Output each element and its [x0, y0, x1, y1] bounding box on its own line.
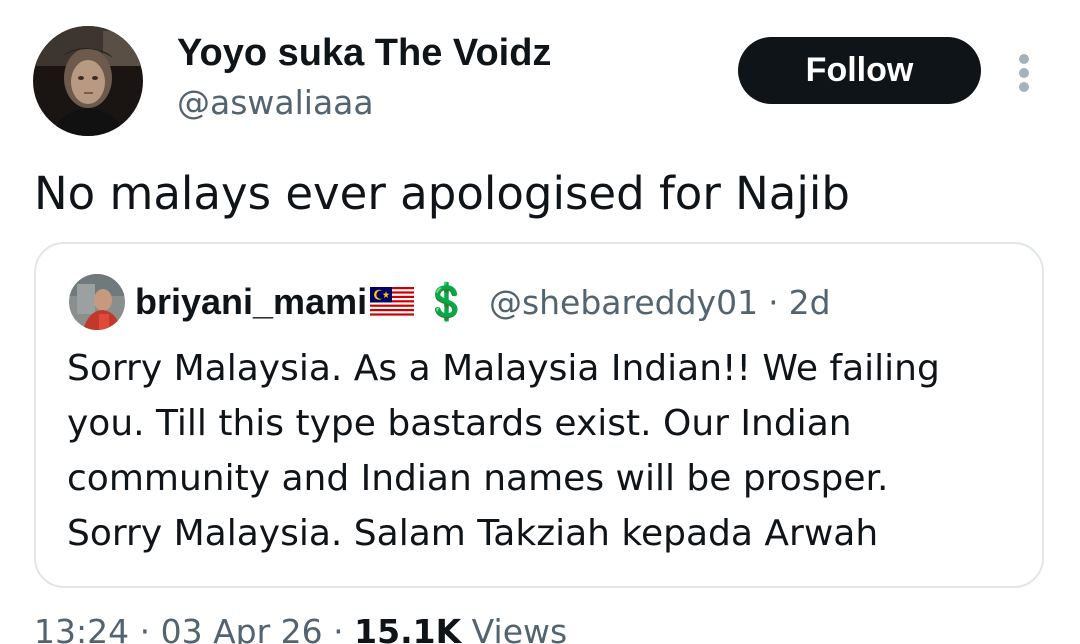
quoted-tweet-card[interactable]: briyani_mami 💲 @shebareddy01 · 2d Sorry …	[34, 242, 1044, 588]
dollar-badge-icon: 💲	[424, 282, 469, 323]
more-dot	[1019, 82, 1029, 92]
avatar-image	[33, 26, 143, 136]
quoted-author-avatar[interactable]	[69, 274, 125, 330]
quoted-timestamp[interactable]: 2d	[789, 283, 831, 322]
quoted-author-name[interactable]: briyani_mami	[135, 281, 367, 323]
tweet-text: No malays ever apologised for Najib	[34, 167, 850, 220]
dot-separator: ·	[768, 282, 779, 322]
quoted-header: briyani_mami 💲 @shebareddy01 · 2d	[135, 278, 831, 326]
quoted-text-line: Sorry Malaysia. Salam Takziah kepada Arw…	[67, 513, 879, 554]
more-dot	[1019, 54, 1029, 64]
malaysia-flag-icon	[370, 287, 415, 317]
more-options-icon[interactable]	[1006, 46, 1042, 94]
tweet-view: Yoyo suka The Voidz @aswaliaaa Follow No…	[0, 0, 1080, 644]
meta-separator: ·	[333, 612, 344, 644]
meta-separator: ·	[139, 612, 151, 644]
quoted-tweet-text: Sorry Malaysia. As a Malaysia Indian!! W…	[67, 341, 1027, 561]
tweet-time[interactable]: 13:24	[34, 612, 129, 644]
quoted-text-line: community and Indian names will be prosp…	[67, 458, 889, 499]
views-label: Views	[471, 612, 568, 644]
quoted-avatar-image	[69, 274, 125, 330]
follow-button[interactable]: Follow	[738, 37, 981, 104]
quoted-text-line: you. Till this type bastards exist. Our …	[67, 403, 852, 444]
tweet-meta: 13:24 · 03 Apr 26 · 15.1K Views	[34, 610, 567, 644]
author-handle[interactable]: @aswaliaaa	[177, 82, 374, 124]
quoted-author-handle[interactable]: @shebareddy01	[489, 283, 758, 322]
author-name[interactable]: Yoyo suka The Voidz	[177, 30, 551, 76]
tweet-date[interactable]: 03 Apr 26	[161, 612, 323, 644]
more-dot	[1019, 68, 1029, 78]
author-avatar[interactable]	[33, 26, 143, 136]
quoted-text-line: Sorry Malaysia. As a Malaysia Indian!! W…	[67, 348, 940, 389]
views-count: 15.1K	[354, 612, 462, 644]
